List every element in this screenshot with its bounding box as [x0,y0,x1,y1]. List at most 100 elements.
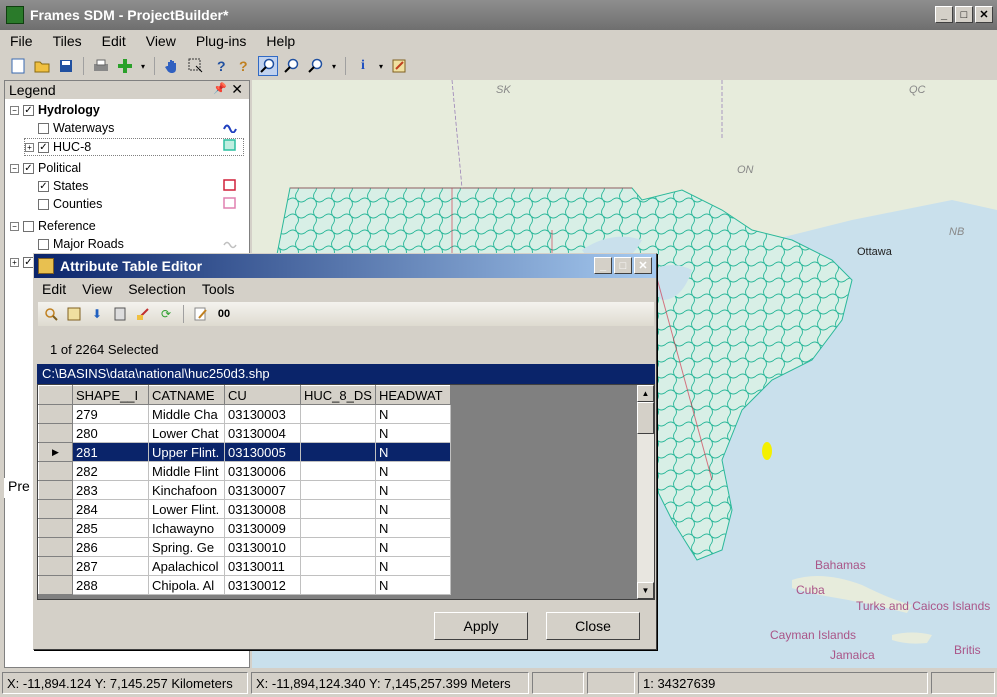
table-cell[interactable]: 03130011 [224,556,301,576]
table-cell[interactable]: N [375,442,451,462]
table-cell[interactable]: Ichawayno [148,518,225,538]
table-cell[interactable] [300,461,376,481]
pin-icon[interactable]: 📌 [213,82,227,95]
table-cell[interactable]: N [375,404,451,424]
table-row[interactable]: ▶ 281 Upper Flint. 03130005 N [38,442,451,462]
close-icon[interactable]: ✕ [231,81,243,98]
checkbox-political[interactable]: ✓ [23,162,34,174]
zoom-menu-icon[interactable] [306,56,326,76]
legend-group-hydrology[interactable]: − ✓ Hydrology [10,103,100,117]
table-cell[interactable]: N [375,575,451,595]
row-header[interactable] [38,537,73,557]
maximize-button[interactable]: □ [955,6,973,23]
dialog-menu-edit[interactable]: Edit [42,281,66,297]
table-cell[interactable]: Lower Flint. [148,499,225,519]
apply-button[interactable]: Apply [434,612,528,640]
row-header[interactable] [38,404,73,424]
table-cell[interactable]: N [375,518,451,538]
zoom-out-icon[interactable] [282,56,302,76]
chevron-down-icon[interactable]: ▾ [377,56,385,76]
row-header[interactable] [38,556,73,576]
refresh-icon[interactable]: ⟳ [157,305,175,323]
checkbox-waterways[interactable] [38,122,49,134]
table-cell[interactable]: 03130005 [224,442,301,462]
table-row[interactable]: 285 Ichawayno 03130009 N [38,518,451,538]
checkbox-huc8[interactable]: ✓ [38,141,49,153]
save-icon[interactable] [56,56,76,76]
table-cell[interactable]: N [375,461,451,481]
table-cell[interactable] [300,518,376,538]
chevron-down-icon[interactable]: ▾ [139,56,147,76]
zoom-in-icon[interactable] [258,56,278,76]
column-header[interactable]: CATNAME [148,385,225,405]
table-cell[interactable]: Kinchafoon [148,480,225,500]
table-cell[interactable]: 288 [72,575,149,595]
checkbox-hydrology[interactable]: ✓ [23,104,34,116]
legend-layer-huc8[interactable]: + ✓ HUC-8 [24,138,244,156]
table-cell[interactable]: 03130004 [224,423,301,443]
row-header[interactable] [38,575,73,595]
open-icon[interactable] [32,56,52,76]
dialog-menu-tools[interactable]: Tools [202,281,235,297]
table-cell[interactable]: 285 [72,518,149,538]
query-icon[interactable]: ? [210,56,230,76]
table-cell[interactable]: 03130012 [224,575,301,595]
table-cell[interactable] [300,537,376,557]
dialog-menu-view[interactable]: View [82,281,112,297]
row-header[interactable] [38,499,73,519]
row-header[interactable] [38,461,73,481]
table-cell[interactable]: 282 [72,461,149,481]
table-cell[interactable] [300,556,376,576]
close-dialog-button[interactable]: Close [546,612,640,640]
menu-plugins[interactable]: Plug-ins [196,33,247,49]
new-icon[interactable] [8,56,28,76]
table-cell[interactable]: 286 [72,537,149,557]
close-button[interactable]: ✕ [975,6,993,23]
table-cell[interactable]: N [375,537,451,557]
table-cell[interactable]: 283 [72,480,149,500]
table-cell[interactable] [300,442,376,462]
table-row[interactable]: 287 Apalachicol 03130011 N [38,556,451,576]
table-row[interactable]: 282 Middle Flint 03130006 N [38,461,451,481]
column-header[interactable]: CU [224,385,301,405]
column-header[interactable]: HEADWAT [375,385,451,405]
table-cell[interactable]: 279 [72,404,149,424]
table-cell[interactable]: Chipola. Al [148,575,225,595]
scroll-down-icon[interactable]: ▼ [637,582,654,599]
field-calculator-icon[interactable]: 00 [215,305,233,323]
table-cell[interactable] [300,575,376,595]
row-header[interactable] [38,518,73,538]
scroll-thumb[interactable] [637,402,654,434]
edit-icon[interactable] [389,56,409,76]
table-cell[interactable] [300,499,376,519]
table-cell[interactable]: Upper Flint. [148,442,225,462]
checkbox-counties[interactable] [38,198,49,210]
table-row[interactable]: 284 Lower Flint. 03130008 N [38,499,451,519]
table-row[interactable]: 280 Lower Chat 03130004 N [38,423,451,443]
pan-icon[interactable] [162,56,182,76]
dialog-maximize-button[interactable]: □ [614,257,632,274]
preview-tab[interactable]: Pre [4,478,34,498]
table-cell[interactable]: N [375,556,451,576]
dialog-close-button[interactable]: ✕ [634,257,652,274]
table-row[interactable]: 279 Middle Cha 03130003 N [38,404,451,424]
add-layer-icon[interactable] [115,56,135,76]
table-cell[interactable] [300,423,376,443]
legend-group-political[interactable]: − ✓ Political [10,161,81,175]
row-header[interactable] [38,423,73,443]
dialog-menu-selection[interactable]: Selection [128,281,186,297]
menu-view[interactable]: View [146,33,176,49]
clear-icon[interactable] [134,305,152,323]
dialog-minimize-button[interactable]: _ [594,257,612,274]
menu-tiles[interactable]: Tiles [53,33,82,49]
table-cell[interactable]: 281 [72,442,149,462]
identify-icon[interactable]: ? [234,56,254,76]
table-cell[interactable]: N [375,499,451,519]
table-cell[interactable]: Lower Chat [148,423,225,443]
table-cell[interactable]: 03130009 [224,518,301,538]
table-cell[interactable]: N [375,423,451,443]
row-header[interactable] [38,480,73,500]
table-cell[interactable]: Spring. Ge [148,537,225,557]
collapse-icon[interactable]: − [10,105,19,115]
vertical-scrollbar[interactable]: ▲ ▼ [637,385,654,599]
